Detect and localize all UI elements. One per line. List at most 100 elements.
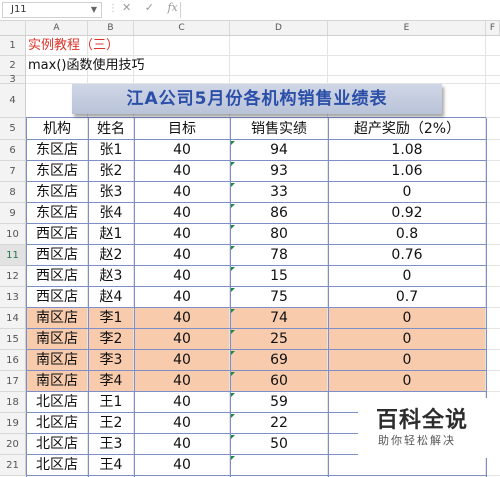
table-cell-sales[interactable]: 94 (230, 140, 328, 161)
table-cell-bonus[interactable]: 1.08 (328, 140, 486, 161)
row-header[interactable]: 2 (0, 56, 26, 76)
table-cell-target[interactable]: 40 (134, 266, 230, 287)
confirm-icon[interactable]: ✓ (145, 1, 154, 14)
select-all-corner[interactable] (0, 21, 26, 35)
table-cell-bonus[interactable]: 0.92 (328, 203, 486, 224)
table-cell-sales[interactable]: 59 (230, 392, 328, 413)
note-title[interactable]: 实例教程（三） (28, 36, 119, 56)
table-cell-name[interactable]: 王4 (88, 455, 134, 476)
table-cell-org[interactable]: 东区店 (26, 161, 88, 182)
table-cell-bonus[interactable]: 0.7 (328, 287, 486, 308)
table-cell-name[interactable]: 李1 (88, 308, 134, 329)
row-header[interactable]: 18 (0, 392, 26, 413)
column-header-f[interactable]: F (486, 21, 500, 35)
row-header[interactable]: 14 (0, 308, 26, 329)
table-cell-bonus[interactable]: 0 (328, 308, 486, 329)
table-cell-target[interactable]: 40 (134, 350, 230, 371)
table-cell-name[interactable]: 赵4 (88, 287, 134, 308)
table-cell-target[interactable]: 40 (134, 455, 230, 476)
table-cell-sales[interactable]: 69 (230, 350, 328, 371)
chevron-down-icon[interactable]: ▼ (91, 3, 97, 17)
table-cell-target[interactable]: 40 (134, 392, 230, 413)
row-header[interactable]: 19 (0, 413, 26, 434)
table-cell-target[interactable]: 40 (134, 413, 230, 434)
table-cell-sales[interactable]: 25 (230, 329, 328, 350)
table-cell-org[interactable]: 南区店 (26, 350, 88, 371)
row-header[interactable]: 10 (0, 224, 26, 245)
table-cell-sales[interactable] (230, 455, 328, 476)
table-cell-bonus[interactable]: 0 (328, 371, 486, 392)
table-cell-name[interactable]: 张3 (88, 182, 134, 203)
table-cell-org[interactable]: 南区店 (26, 308, 88, 329)
column-header-e[interactable]: E (328, 21, 486, 35)
formula-input[interactable] (180, 2, 500, 18)
header-target[interactable]: 目标 (134, 118, 230, 140)
table-cell-org[interactable]: 北区店 (26, 392, 88, 413)
column-header-c[interactable]: C (134, 21, 230, 35)
row-header[interactable]: 1 (0, 36, 26, 56)
table-cell-org[interactable]: 东区店 (26, 203, 88, 224)
table-cell-org[interactable]: 南区店 (26, 329, 88, 350)
table-cell-target[interactable]: 40 (134, 245, 230, 266)
table-cell-sales[interactable]: 22 (230, 413, 328, 434)
column-header-b[interactable]: B (88, 21, 134, 35)
table-cell-name[interactable]: 李3 (88, 350, 134, 371)
table-cell-org[interactable]: 北区店 (26, 434, 88, 455)
row-header[interactable]: 12 (0, 266, 26, 287)
table-cell-bonus[interactable]: 0.76 (328, 245, 486, 266)
table-cell-target[interactable]: 40 (134, 329, 230, 350)
table-cell-org[interactable]: 北区店 (26, 455, 88, 476)
table-cell-org[interactable]: 西区店 (26, 287, 88, 308)
fx-icon[interactable]: fx (167, 1, 177, 14)
table-cell-org[interactable]: 西区店 (26, 245, 88, 266)
table-cell-target[interactable]: 40 (134, 371, 230, 392)
table-cell-target[interactable]: 40 (134, 434, 230, 455)
row-header[interactable]: 9 (0, 203, 26, 224)
row-header[interactable]: 7 (0, 161, 26, 182)
table-cell-sales[interactable]: 80 (230, 224, 328, 245)
table-cell-sales[interactable]: 60 (230, 371, 328, 392)
table-cell-bonus[interactable]: 0 (328, 182, 486, 203)
row-header[interactable]: 17 (0, 371, 26, 392)
table-cell-target[interactable]: 40 (134, 287, 230, 308)
row-header[interactable]: 21 (0, 455, 26, 476)
table-cell-name[interactable]: 王1 (88, 392, 134, 413)
table-cell-name[interactable]: 赵3 (88, 266, 134, 287)
table-cell-target[interactable]: 40 (134, 224, 230, 245)
table-cell-bonus[interactable] (328, 455, 486, 476)
table-cell-target[interactable]: 40 (134, 182, 230, 203)
table-cell-bonus[interactable]: 0.8 (328, 224, 486, 245)
table-cell-sales[interactable]: 50 (230, 434, 328, 455)
table-cell-bonus[interactable]: 1.06 (328, 161, 486, 182)
table-cell-name[interactable]: 张4 (88, 203, 134, 224)
table-cell-bonus[interactable]: 0 (328, 266, 486, 287)
cancel-icon[interactable]: ✕ (122, 1, 131, 14)
row-header[interactable]: 4 (0, 84, 26, 118)
table-cell-name[interactable]: 赵2 (88, 245, 134, 266)
table-cell-bonus[interactable]: 0 (328, 329, 486, 350)
table-cell-target[interactable]: 40 (134, 203, 230, 224)
column-header-a[interactable]: A (26, 21, 88, 35)
note-subtitle[interactable]: max()函数使用技巧 (28, 56, 144, 76)
table-cell-bonus[interactable]: 0 (328, 350, 486, 371)
table-cell-sales[interactable]: 86 (230, 203, 328, 224)
table-cell-sales[interactable]: 33 (230, 182, 328, 203)
table-cell-target[interactable]: 40 (134, 161, 230, 182)
table-cell-target[interactable]: 40 (134, 140, 230, 161)
table-cell-name[interactable]: 李2 (88, 329, 134, 350)
table-cell-name[interactable]: 张2 (88, 161, 134, 182)
row-header[interactable]: 8 (0, 182, 26, 203)
table-cell-org[interactable]: 南区店 (26, 371, 88, 392)
table-cell-org[interactable]: 东区店 (26, 182, 88, 203)
table-cell-sales[interactable]: 93 (230, 161, 328, 182)
table-cell-org[interactable]: 北区店 (26, 413, 88, 434)
table-cell-sales[interactable]: 78 (230, 245, 328, 266)
table-cell-org[interactable]: 西区店 (26, 224, 88, 245)
row-header[interactable]: 16 (0, 350, 26, 371)
table-cell-name[interactable]: 赵1 (88, 224, 134, 245)
header-org[interactable]: 机构 (26, 118, 88, 140)
table-cell-org[interactable]: 东区店 (26, 140, 88, 161)
header-bonus[interactable]: 超产奖励（2%） (328, 118, 486, 140)
row-header[interactable]: 5 (0, 118, 26, 140)
table-cell-sales[interactable]: 15 (230, 266, 328, 287)
